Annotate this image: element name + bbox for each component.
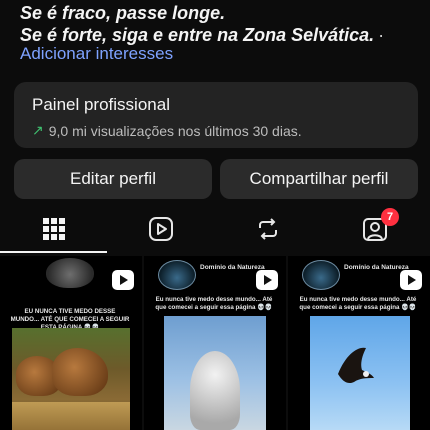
tab-tagged[interactable]: 7 — [321, 205, 428, 253]
post-caption: Eu nunca tive medo desse mundo... Até qu… — [155, 296, 273, 311]
post-thumbnail[interactable]: Domínio da Natureza Eu nunca tive medo d… — [144, 256, 286, 430]
posts-grid: EU NUNCA TIVE MEDO DESSE MUNDO... ATÉ QU… — [0, 256, 430, 430]
bio-line-1: Se é fraco, passe longe. — [20, 3, 226, 23]
reel-icon — [112, 270, 134, 290]
share-profile-button[interactable]: Compartilhar perfil — [220, 159, 418, 199]
tab-grid[interactable] — [0, 205, 107, 253]
grid-icon — [42, 218, 65, 240]
post-thumbnail[interactable]: EU NUNCA TIVE MEDO DESSE MUNDO... ATÉ QU… — [0, 256, 142, 430]
water-image — [12, 402, 130, 430]
panel-subtitle: ↗ 9,0 mi visualizações nos últimos 30 di… — [32, 122, 302, 139]
edit-profile-button[interactable]: Editar perfil — [14, 159, 212, 199]
reel-icon — [256, 270, 278, 290]
repost-icon — [258, 218, 277, 240]
reels-icon — [148, 217, 173, 241]
professional-dashboard-card[interactable]: Painel profissional ↗ 9,0 mi visualizaçõ… — [14, 82, 418, 148]
eagle-image — [338, 347, 374, 384]
channel-avatar — [158, 260, 196, 290]
trend-up-icon: ↗ — [32, 122, 44, 138]
channel-name: Domínio da Natureza — [200, 264, 265, 271]
tab-reels[interactable] — [107, 205, 214, 253]
bio-line-2: Se é forte, siga e entre na Zona Selváti… — [20, 25, 375, 45]
bio-trailing-dot: · — [378, 25, 385, 45]
channel-name: Domínio da Natureza — [344, 264, 409, 271]
reel-icon — [400, 270, 422, 290]
bird-image — [190, 351, 240, 430]
channel-avatar — [302, 260, 340, 290]
panel-title: Painel profissional — [32, 95, 170, 114]
tab-reposts[interactable] — [214, 205, 321, 253]
add-interests-link[interactable]: Adicionar interesses — [20, 44, 173, 64]
views-summary: 9,0 mi visualizações nos últimos 30 dias… — [48, 122, 302, 139]
notification-badge: 7 — [381, 208, 399, 226]
profile-tabs: 7 — [0, 205, 430, 253]
bear-image — [46, 258, 94, 288]
post-caption: Eu nunca tive medo desse mundo... Até qu… — [299, 296, 417, 311]
post-thumbnail[interactable]: Domínio da Natureza Eu nunca tive medo d… — [288, 256, 430, 430]
profile-bio: Se é fraco, passe longe. Se é forte, sig… — [20, 2, 420, 46]
